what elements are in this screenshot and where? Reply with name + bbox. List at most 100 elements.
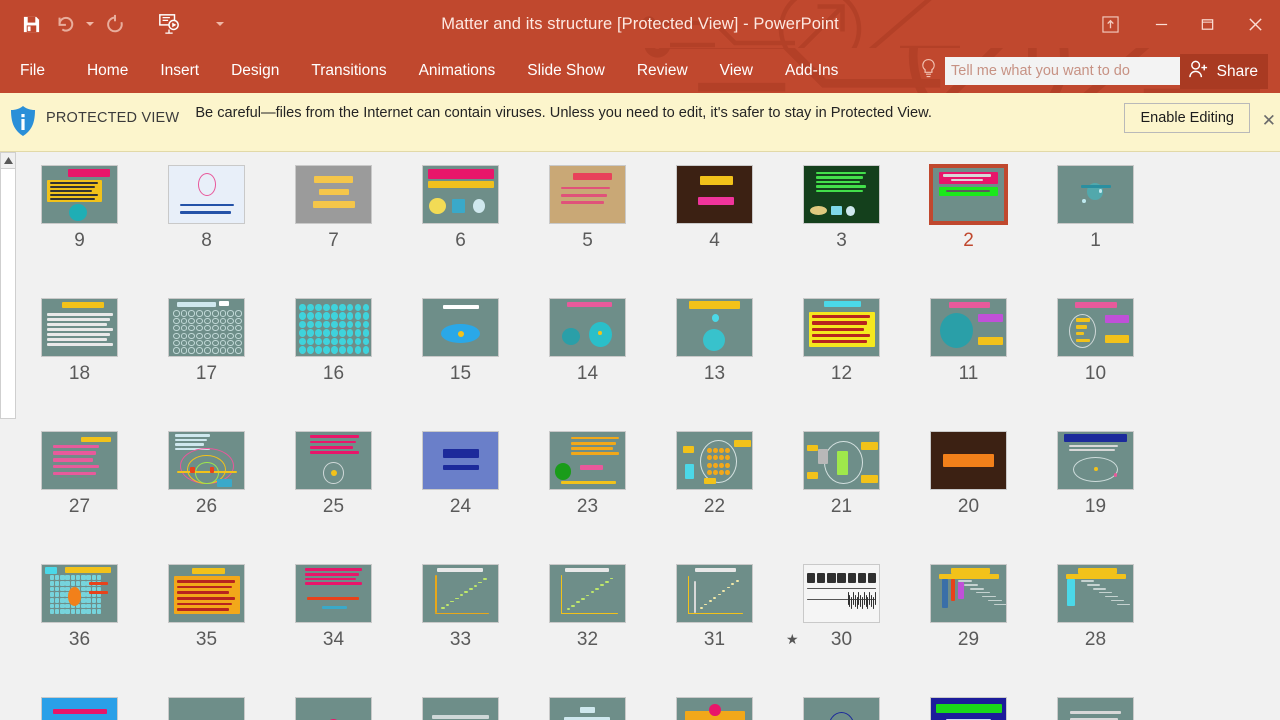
slide-thumbnail-40[interactable]: 40 [651, 697, 778, 720]
slide-thumbnail-38[interactable]: 38 [905, 697, 1032, 720]
slide-preview-21[interactable] [803, 431, 880, 490]
ribbon-display-options-button[interactable] [1082, 0, 1138, 48]
slide-thumbnail-6[interactable]: 6 [397, 165, 524, 298]
slide-preview-42[interactable] [422, 697, 499, 720]
slide-preview-33[interactable] [422, 564, 499, 623]
ribbon-tabs[interactable]: File Home Insert Design Transitions Anim… [0, 48, 854, 93]
slide-thumbnail-31[interactable]: 31 [651, 564, 778, 697]
tab-design[interactable]: Design [215, 48, 295, 93]
slide-preview-13[interactable] [676, 298, 753, 357]
slide-preview-5[interactable] [549, 165, 626, 224]
tell-me-input[interactable] [945, 57, 1193, 85]
undo-icon[interactable] [48, 7, 82, 41]
scroll-up-button[interactable] [0, 152, 16, 169]
slide-preview-36[interactable] [41, 564, 118, 623]
slide-preview-9[interactable] [41, 165, 118, 224]
slide-thumbnail-14[interactable]: 14 [524, 298, 651, 431]
slide-thumbnail-28[interactable]: 28 [1032, 564, 1159, 697]
slide-thumbnail-16[interactable]: 16 [270, 298, 397, 431]
tab-transitions[interactable]: Transitions [295, 48, 402, 93]
slide-preview-25[interactable] [295, 431, 372, 490]
slide-preview-35[interactable] [168, 564, 245, 623]
slide-thumbnail-13[interactable]: 13 [651, 298, 778, 431]
slide-thumbnail-25[interactable]: 25 [270, 431, 397, 564]
slide-thumbnail-32[interactable]: 32 [524, 564, 651, 697]
enable-editing-button[interactable]: Enable Editing [1124, 103, 1250, 133]
slide-thumbnail-24[interactable]: 24 [397, 431, 524, 564]
slide-thumbnail-7[interactable]: 7 [270, 165, 397, 298]
slide-preview-19[interactable] [1057, 431, 1134, 490]
slide-thumbnail-5[interactable]: 5 [524, 165, 651, 298]
slide-thumbnail-20[interactable]: 20 [905, 431, 1032, 564]
slide-preview-29[interactable] [930, 564, 1007, 623]
slide-preview-23[interactable] [549, 431, 626, 490]
slide-thumbnail-30[interactable]: ★ 30 [778, 564, 905, 697]
tab-add-ins[interactable]: Add-Ins [769, 48, 854, 93]
slide-preview-11[interactable] [930, 298, 1007, 357]
slide-preview-17[interactable] [168, 298, 245, 357]
slide-thumbnail-19[interactable]: 19 [1032, 431, 1159, 564]
slide-thumbnail-18[interactable]: 18 [16, 298, 143, 431]
slide-preview-31[interactable] [676, 564, 753, 623]
slide-thumbnail-41[interactable]: 41 [524, 697, 651, 720]
tab-review[interactable]: Review [621, 48, 704, 93]
restore-button[interactable] [1184, 0, 1230, 48]
slide-preview-43[interactable] [295, 697, 372, 720]
slide-thumbnail-15[interactable]: 15 [397, 298, 524, 431]
slide-preview-6[interactable] [422, 165, 499, 224]
tab-file[interactable]: File [0, 48, 71, 93]
slide-thumbnail-4[interactable]: 4 [651, 165, 778, 298]
slide-preview-45[interactable] [41, 697, 118, 720]
slide-thumbnail-34[interactable]: 34 [270, 564, 397, 697]
slide-thumbnail-35[interactable]: 35 [143, 564, 270, 697]
slide-thumbnail-43[interactable]: 43 [270, 697, 397, 720]
slide-thumbnail-9[interactable]: 9 [16, 165, 143, 298]
slide-preview-40[interactable] [676, 697, 753, 720]
scrollbar-thumb[interactable] [0, 169, 16, 419]
slide-preview-10[interactable] [1057, 298, 1134, 357]
slide-preview-24[interactable] [422, 431, 499, 490]
slide-thumbnail-26[interactable]: 26 [143, 431, 270, 564]
tab-view[interactable]: View [704, 48, 769, 93]
slide-preview-15[interactable] [422, 298, 499, 357]
slide-thumbnail-22[interactable]: 22 [651, 431, 778, 564]
slide-thumbnail-33[interactable]: 33 [397, 564, 524, 697]
slide-thumbnail-27[interactable]: 27 [16, 431, 143, 564]
slide-thumbnail-17[interactable]: 17 [143, 298, 270, 431]
tab-slide-show[interactable]: Slide Show [511, 48, 621, 93]
save-icon[interactable] [14, 7, 48, 41]
minimize-button[interactable] [1138, 0, 1184, 48]
scrollbar-track[interactable] [0, 419, 16, 720]
slide-preview-27[interactable] [41, 431, 118, 490]
undo-dropdown-caret[interactable] [82, 7, 98, 41]
slide-preview-2[interactable] [929, 164, 1008, 225]
slide-thumbnail-2[interactable]: 2 [905, 164, 1032, 298]
slide-preview-7[interactable] [295, 165, 372, 224]
slide-preview-38[interactable] [930, 697, 1007, 720]
slide-preview-37[interactable] [1057, 697, 1134, 720]
slide-preview-8[interactable] [168, 165, 245, 224]
slide-preview-1[interactable] [1057, 165, 1134, 224]
slide-thumbnail-42[interactable]: 42 [397, 697, 524, 720]
slide-preview-28[interactable] [1057, 564, 1134, 623]
slide-thumbnail-21[interactable]: 21 [778, 431, 905, 564]
slide-preview-34[interactable] [295, 564, 372, 623]
slide-thumbnail-3[interactable]: 3 [778, 165, 905, 298]
slide-preview-22[interactable] [676, 431, 753, 490]
slide-preview-30[interactable] [803, 564, 880, 623]
tab-insert[interactable]: Insert [144, 48, 215, 93]
customize-qat-caret[interactable] [212, 7, 228, 41]
slide-thumbnail-29[interactable]: 29 [905, 564, 1032, 697]
slide-thumbnail-10[interactable]: 10 [1032, 298, 1159, 431]
slide-preview-16[interactable] [295, 298, 372, 357]
slide-preview-14[interactable] [549, 298, 626, 357]
slide-thumbnail-12[interactable]: 12 [778, 298, 905, 431]
slide-preview-12[interactable] [803, 298, 880, 357]
slide-thumbnail-23[interactable]: 23 [524, 431, 651, 564]
slide-thumbnail-36[interactable]: 36 [16, 564, 143, 697]
slide-preview-26[interactable] [168, 431, 245, 490]
slide-thumbnail-45[interactable]: 45 [16, 697, 143, 720]
slide-preview-3[interactable] [803, 165, 880, 224]
tab-home[interactable]: Home [71, 48, 144, 93]
slide-preview-4[interactable] [676, 165, 753, 224]
